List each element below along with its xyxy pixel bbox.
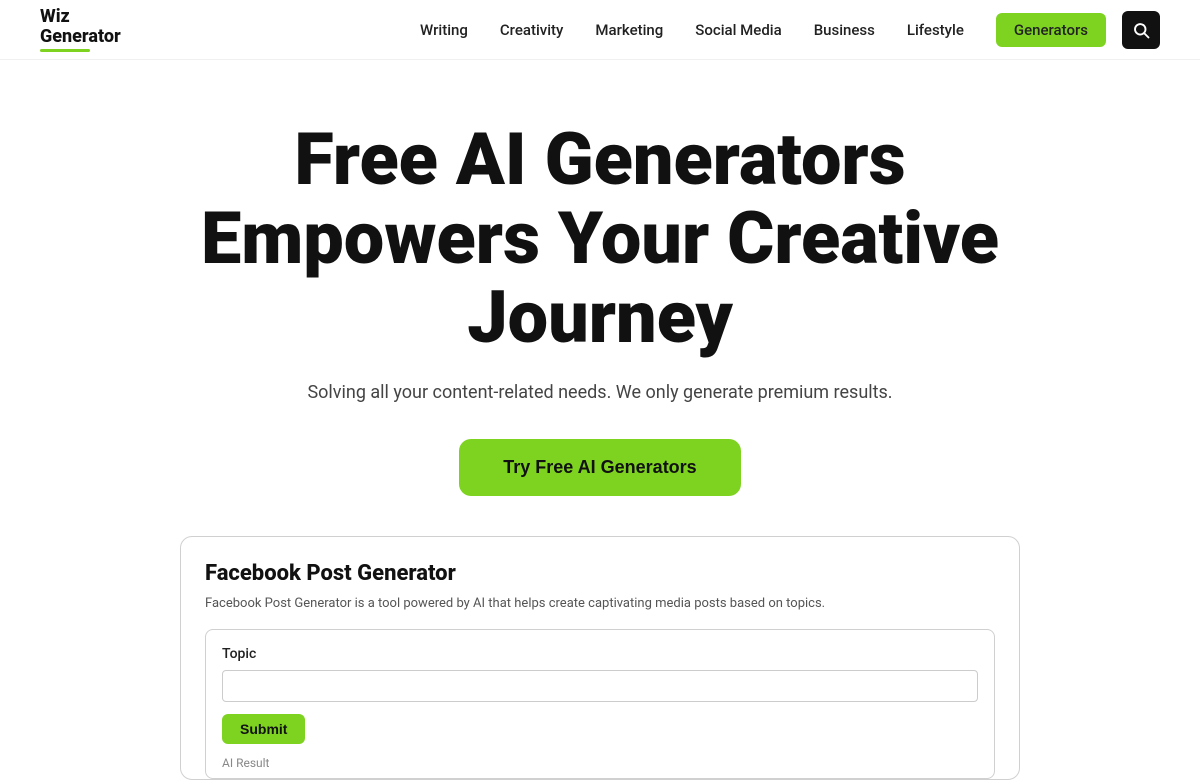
nav-item-business[interactable]: Business: [814, 20, 875, 39]
demo-card-description: Facebook Post Generator is a tool powere…: [205, 596, 995, 611]
demo-card: Facebook Post Generator Facebook Post Ge…: [180, 536, 1020, 780]
nav-link-marketing[interactable]: Marketing: [595, 21, 663, 39]
demo-card-title: Facebook Post Generator: [205, 561, 995, 586]
nav-item-writing[interactable]: Writing: [420, 20, 468, 39]
result-label: AI Result: [222, 756, 978, 778]
nav-link-writing[interactable]: Writing: [420, 21, 468, 39]
logo[interactable]: Wiz Generator: [40, 7, 121, 52]
search-button[interactable]: [1122, 11, 1160, 49]
topic-input[interactable]: [222, 670, 978, 702]
hero-title: Free AI Generators Empowers Your Creativ…: [150, 120, 1050, 358]
nav-link-lifestyle[interactable]: Lifestyle: [907, 21, 964, 39]
nav-link-business[interactable]: Business: [814, 21, 875, 39]
logo-line2: Generator: [40, 27, 121, 47]
search-icon: [1132, 21, 1150, 39]
demo-card-inner: Topic Submit AI Result: [205, 629, 995, 779]
nav-link-creativity[interactable]: Creativity: [500, 21, 564, 39]
hero-subtitle: Solving all your content-related needs. …: [20, 382, 1180, 403]
nav-item-lifestyle[interactable]: Lifestyle: [907, 20, 964, 39]
nav-item-marketing[interactable]: Marketing: [595, 20, 663, 39]
submit-button[interactable]: Submit: [222, 714, 305, 744]
nav-links: Writing Creativity Marketing Social Medi…: [420, 20, 1106, 39]
navbar: Wiz Generator Writing Creativity Marketi…: [0, 0, 1200, 60]
hero-section: Free AI Generators Empowers Your Creativ…: [0, 60, 1200, 536]
nav-item-generators[interactable]: Generators: [996, 20, 1106, 39]
cta-button[interactable]: Try Free AI Generators: [459, 439, 740, 496]
generators-button[interactable]: Generators: [996, 13, 1106, 47]
logo-underline: [40, 49, 90, 52]
logo-line1: Wiz: [40, 7, 121, 27]
nav-item-creativity[interactable]: Creativity: [500, 20, 564, 39]
topic-label: Topic: [222, 646, 978, 662]
nav-item-social-media[interactable]: Social Media: [695, 20, 781, 39]
nav-link-social-media[interactable]: Social Media: [695, 21, 781, 39]
